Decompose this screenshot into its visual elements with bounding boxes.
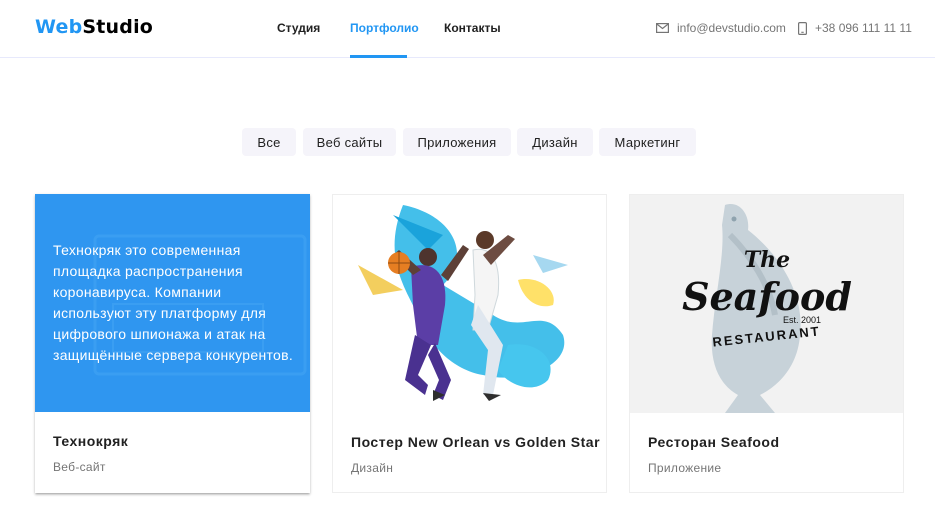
card-title: Технокряк <box>53 433 129 449</box>
card-image <box>333 195 606 413</box>
card-category: Дизайн <box>351 461 394 475</box>
logo[interactable]: WebStudio <box>35 15 153 39</box>
phone-icon <box>798 21 807 35</box>
card-title: Ресторан Seafood <box>648 434 780 450</box>
basketball-poster-image <box>333 195 606 413</box>
filter-marketing-button[interactable]: Маркетинг <box>599 128 696 156</box>
portfolio-card-technokryak[interactable]: Технокряк это современная площадка распр… <box>35 194 310 493</box>
nav-item-portfolio[interactable]: Портфолио <box>350 20 419 36</box>
mail-icon <box>656 23 669 33</box>
email-text: info@devstudio.com <box>677 21 786 35</box>
card-title: Постер New Orlean vs Golden Star <box>351 434 601 450</box>
active-nav-underline <box>350 55 407 58</box>
logo-the-text: The <box>744 247 790 273</box>
filter-all-button[interactable]: Все <box>242 128 296 156</box>
nav-item-contacts[interactable]: Контакты <box>444 20 501 36</box>
nav-item-studio[interactable]: Студия <box>277 20 320 36</box>
logo-part-studio: Studio <box>82 16 154 38</box>
filter-apps-button[interactable]: Приложения <box>403 128 511 156</box>
site-header: WebStudio Студия Портфолио Контакты info… <box>0 0 935 58</box>
portfolio-filters: Все Веб сайты Приложения Дизайн Маркетин… <box>0 128 935 156</box>
filter-design-button[interactable]: Дизайн <box>517 128 593 156</box>
card-category: Приложение <box>648 461 722 475</box>
logo-seafood-text: Seafood <box>682 274 852 319</box>
card-image: Технокряк это современная площадка распр… <box>35 194 310 412</box>
email-link[interactable]: info@devstudio.com <box>656 20 786 36</box>
phone-link[interactable]: +38 096 111 11 11 <box>798 20 912 36</box>
portfolio-card-poster[interactable]: Постер New Orlean vs Golden Star Дизайн <box>332 194 607 493</box>
card-image: The Seafood Est. 2001 RESTAURANT <box>630 195 903 413</box>
card-category: Веб-сайт <box>53 460 106 474</box>
card-overlay: Технокряк это современная площадка распр… <box>35 194 310 412</box>
logo-part-web: Web <box>35 16 83 38</box>
card-description: Технокряк это современная площадка распр… <box>53 242 294 363</box>
filter-websites-button[interactable]: Веб сайты <box>303 128 396 156</box>
seafood-logo-image: The Seafood Est. 2001 RESTAURANT <box>630 195 903 413</box>
phone-text: +38 096 111 11 11 <box>815 21 912 35</box>
portfolio-card-seafood[interactable]: The Seafood Est. 2001 RESTAURANT Рестора… <box>629 194 904 493</box>
